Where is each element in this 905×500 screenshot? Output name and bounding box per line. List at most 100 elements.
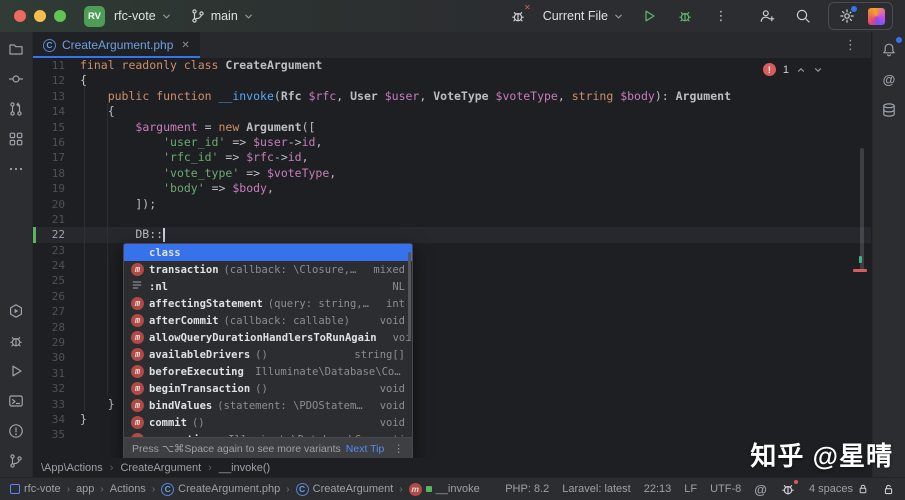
git-branch-icon[interactable] [3,447,30,474]
code-line[interactable]: 'user_id' => $user->id, [80,135,871,150]
code-line[interactable]: { [80,73,871,88]
line-number[interactable]: 12 [33,73,80,88]
project-selector[interactable]: rfc-vote [114,9,172,23]
completion-item-begintransaction[interactable]: m beginTransaction () void [124,380,412,397]
line-number[interactable]: 11 [33,58,80,73]
search-everywhere-icon[interactable] [792,5,814,27]
notifications-icon[interactable] [876,36,903,63]
completion-more-icon[interactable]: ⋮ [394,443,405,455]
status-unlock-icon[interactable] [882,483,895,496]
line-number[interactable]: 17 [33,150,80,165]
pull-requests-icon[interactable] [3,95,30,122]
close-icon[interactable]: ✕ [181,40,189,51]
run-button[interactable] [638,5,660,27]
code-line[interactable]: 'rfc_id' => $rfc->id, [80,150,871,165]
completion-item-availabledrivers[interactable]: m availableDrivers () string[] [124,346,412,363]
line-number[interactable]: 13 [33,89,80,104]
line-number[interactable]: 28 [33,320,80,335]
line-number[interactable]: 16 [33,135,80,150]
line-number[interactable]: 14 [33,104,80,119]
no-inspections-icon[interactable]: ✕ [507,3,531,27]
line-number[interactable]: 27 [33,304,80,319]
nav-item-actions[interactable]: Actions [110,483,146,495]
line-number[interactable]: 21 [33,212,80,227]
status-lf[interactable]: LF [684,483,697,495]
minimize-window-button[interactable] [34,10,46,22]
code-line[interactable]: final readonly class CreateArgument [80,58,871,73]
popup-scrollbar[interactable] [408,252,411,340]
completion-item-commit[interactable]: m commit () void [124,414,412,431]
terminal-icon[interactable] [3,387,30,414]
line-number[interactable]: 24 [33,258,80,273]
at-icon[interactable]: @ [876,66,903,93]
code-line[interactable]: ]); [80,197,871,212]
status-php--8-2[interactable]: PHP: 8.2 [505,483,549,495]
nav-item-createargument[interactable]: C CreateArgument [295,482,393,496]
completion-item-allowquerydurationhandlerstorunagain[interactable]: mallowQueryDurationHandlersToRunAgain()v… [124,329,412,346]
status-laravel--latest[interactable]: Laravel: latest [562,483,630,495]
window-controls[interactable] [14,10,70,22]
line-number[interactable]: 33 [33,397,80,412]
prev-error-icon[interactable] [796,65,806,75]
code-line[interactable]: $argument = new Argument([ [80,120,871,135]
project-badge[interactable]: RV [84,5,105,27]
completion-item-aftercommit[interactable]: m afterCommit (callback: callable) void [124,312,412,329]
debug-button[interactable] [674,5,696,27]
line-number[interactable]: 30 [33,350,80,365]
completion-item-class[interactable]: class [124,244,412,261]
code-line[interactable]: DB:: [80,227,871,242]
stripe-mark-green[interactable] [859,256,862,263]
more-horizontal-icon[interactable] [3,155,30,182]
code-line[interactable]: 'vote_type' => $voteType, [80,166,871,181]
next-error-icon[interactable] [813,65,823,75]
status-22-13[interactable]: 22:13 [644,483,672,495]
branch-selector[interactable]: main [190,8,254,24]
breadcrumb-item[interactable]: CreateArgument [120,462,201,474]
run-tool-icon[interactable] [3,357,30,384]
run-config-selector[interactable]: Current File [543,9,624,23]
code-with-me-icon[interactable] [756,5,778,27]
services-icon[interactable] [3,297,30,324]
code-line[interactable]: public function __invoke(Rfc $rfc, User … [80,89,871,104]
zoom-window-button[interactable] [54,10,66,22]
structure-icon[interactable] [3,125,30,152]
database-icon[interactable] [876,96,903,123]
line-number[interactable]: 23 [33,243,80,258]
status-inspections-icon[interactable] [780,480,798,497]
commit-icon[interactable] [3,65,30,92]
code-line[interactable]: 'body' => $body, [80,181,871,196]
line-number[interactable]: 32 [33,381,80,396]
line-number[interactable]: 15 [33,120,80,135]
line-number[interactable]: 29 [33,335,80,350]
line-number[interactable]: 34 [33,412,80,427]
breadcrumb-item[interactable]: \App\Actions [41,462,103,474]
nav-item-rfcvote[interactable]: rfc-vote [10,483,61,495]
completion-item-nl[interactable]: :nl NL [124,278,412,295]
code-line[interactable]: { [80,104,871,119]
stripe-mark-error[interactable] [853,269,867,272]
completion-item-bindvalues[interactable]: m bindValues (statement: \PDOStatement, bi… [124,397,412,414]
completion-item-transaction[interactable]: m transaction (callback: \Closure, [attem…… [124,261,412,278]
status-4-spaces[interactable]: 4 spaces [809,483,869,495]
next-tip-link[interactable]: Next Tip [346,443,385,455]
line-number[interactable]: 35 [33,427,80,442]
tab-options-icon[interactable]: ⋮ [844,37,857,53]
status-at-icon[interactable]: @ [754,482,767,497]
breadcrumb-item[interactable]: __invoke() [219,462,270,474]
completion-item-connection[interactable]: mconnection([n…Illuminate\Database\Conne… [124,431,412,437]
status-utf-8[interactable]: UTF-8 [710,483,741,495]
code-editor[interactable]: 11 12 13 14 15 16 17 18 19 20 21 22 23 24 25 26 27 28 29 30… [33,58,871,458]
more-actions-button[interactable]: ⋮ [710,5,732,27]
settings-gear-icon[interactable] [836,5,858,27]
nav-item-app[interactable]: app [76,483,94,495]
nav-item-createargumentphp[interactable]: C CreateArgument.php [161,482,280,496]
project-folder-icon[interactable] [3,35,30,62]
line-number[interactable]: 19 [33,181,80,196]
problems-icon[interactable] [3,417,30,444]
editor-scrollbar[interactable] [860,148,864,272]
line-number[interactable]: 20 [33,197,80,212]
line-number[interactable]: 22 [33,227,80,242]
tab-createargument[interactable]: C CreateArgument.php ✕ [33,32,200,59]
completion-item-affectingstatement[interactable]: m affectingStatement (query: string, [bind… [124,295,412,312]
ide-logo-icon[interactable] [868,7,885,25]
